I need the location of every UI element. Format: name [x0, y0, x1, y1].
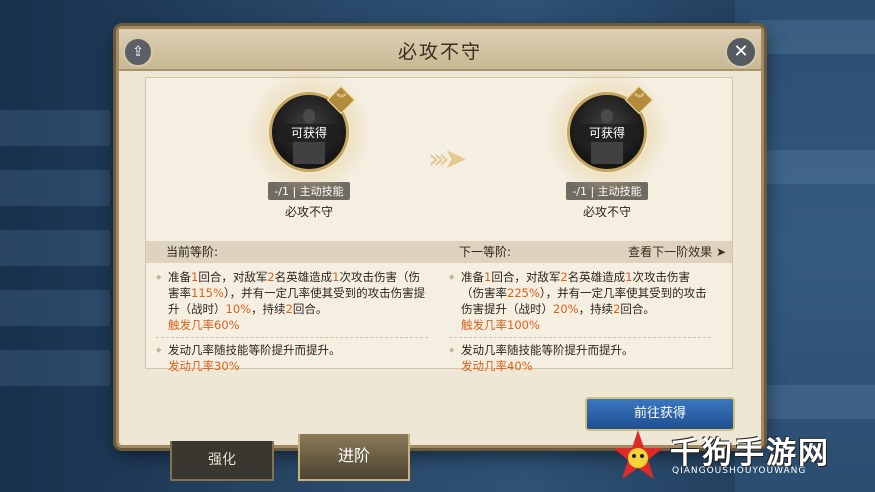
- bg-menu-item: [0, 350, 110, 386]
- activation-note: 发动几率随技能等阶提升而提升。 发动几率30%: [156, 342, 428, 374]
- obtainable-label: 可获得: [574, 124, 640, 142]
- desc-text: 回合，对敌军: [491, 270, 561, 284]
- view-next-level-link[interactable]: 查看下一阶效果 ➤: [628, 241, 726, 263]
- next-level-desc: 准备1回合，对敌军2名英雄造成1次攻击伤害（伤害率225%），并有一定几率使其受…: [449, 269, 711, 378]
- desc-text: 准备: [168, 270, 191, 284]
- current-level-header: 当前等阶:: [146, 241, 439, 263]
- highlight-value: 20%: [553, 302, 579, 316]
- skill-name: 必攻不守: [284, 205, 333, 219]
- highlight-value: 115%: [191, 286, 224, 300]
- tab-strengthen[interactable]: 强化: [170, 441, 274, 481]
- bg-right-tab: [750, 150, 875, 184]
- close-icon: ✕: [733, 41, 749, 62]
- desc-text: 名英雄造成: [274, 270, 333, 284]
- highlight-value: 2: [285, 302, 293, 316]
- current-level-desc: 准备1回合，对敌军2名英雄造成1次攻击伤害（伤害率115%），并有一定几率使其受…: [156, 269, 428, 378]
- highlight-value: 225%: [507, 286, 540, 300]
- effect-description: 准备1回合，对敌军2名英雄造成1次攻击伤害（伤害率225%），并有一定几率使其受…: [449, 269, 711, 333]
- desc-text: 准备: [461, 270, 484, 284]
- activation-rate: 发动几率30%: [168, 359, 240, 373]
- dog-logo-icon: [613, 430, 663, 479]
- desc-text: 回合。: [292, 302, 328, 316]
- watermark-logo: 千狗手游网 QIANGOUSHOUYOUWANG: [610, 426, 865, 484]
- desc-text: 名英雄造成: [567, 270, 626, 284]
- effect-description: 准备1回合，对敌军2名英雄造成1次攻击伤害（伤害率115%），并有一定几率使其受…: [156, 269, 428, 333]
- bg-menu-item: [0, 170, 110, 206]
- dialog-title: 必攻不守: [397, 41, 482, 63]
- title-bar: ⇪ 必攻不守 ✕: [119, 29, 761, 71]
- current-skill: 可获得 ︾ -/1 | 主动技能 必攻不守: [245, 68, 373, 220]
- highlight-value: 2: [560, 270, 568, 284]
- activation-note: 发动几率随技能等阶提升而提升。 发动几率40%: [449, 342, 711, 374]
- bg-menu-item: [0, 230, 110, 266]
- skill-name: 必攻不守: [582, 205, 631, 219]
- highlight-value: 2: [267, 270, 275, 284]
- desc-text: 回合。: [620, 302, 655, 316]
- bg-right-tab: [750, 20, 875, 54]
- trigger-rate: 触发几率100%: [461, 318, 540, 332]
- next-level-header: 下一等阶: 查看下一阶效果 ➤: [439, 241, 732, 263]
- highlight-value: 10%: [225, 302, 252, 316]
- trigger-rate: 触发几率60%: [168, 318, 240, 332]
- bg-right-tab: [750, 385, 875, 419]
- tab-advance[interactable]: 进阶: [298, 434, 410, 481]
- bg-menu-item: [0, 110, 110, 146]
- close-button[interactable]: ✕: [725, 36, 757, 68]
- watermark-sub: QIANGOUSHOUYOUWANG: [672, 466, 807, 476]
- skill-panel: 可获得 ︾ -/1 | 主动技能 必攻不守 ›››➤ 可获得 ︾ -/1 | 主…: [145, 68, 733, 373]
- desc-text: 回合，对敌军: [198, 270, 268, 284]
- activation-rate: 发动几率40%: [461, 359, 533, 373]
- obtainable-label: 可获得: [276, 124, 342, 142]
- bg-menu-item: [0, 290, 110, 326]
- desc-text: ，持续: [578, 302, 614, 316]
- next-skill: 可获得 ︾ -/1 | 主动技能 必攻不守: [543, 68, 671, 220]
- skill-dialog: ⇪ 必攻不守 ✕ 可获得 ︾ -/1 | 主动技能 必攻不守 ›››➤: [116, 26, 764, 448]
- desc-text: ，持续: [251, 302, 286, 316]
- upgrade-arrow-icon: ›››➤: [428, 142, 467, 175]
